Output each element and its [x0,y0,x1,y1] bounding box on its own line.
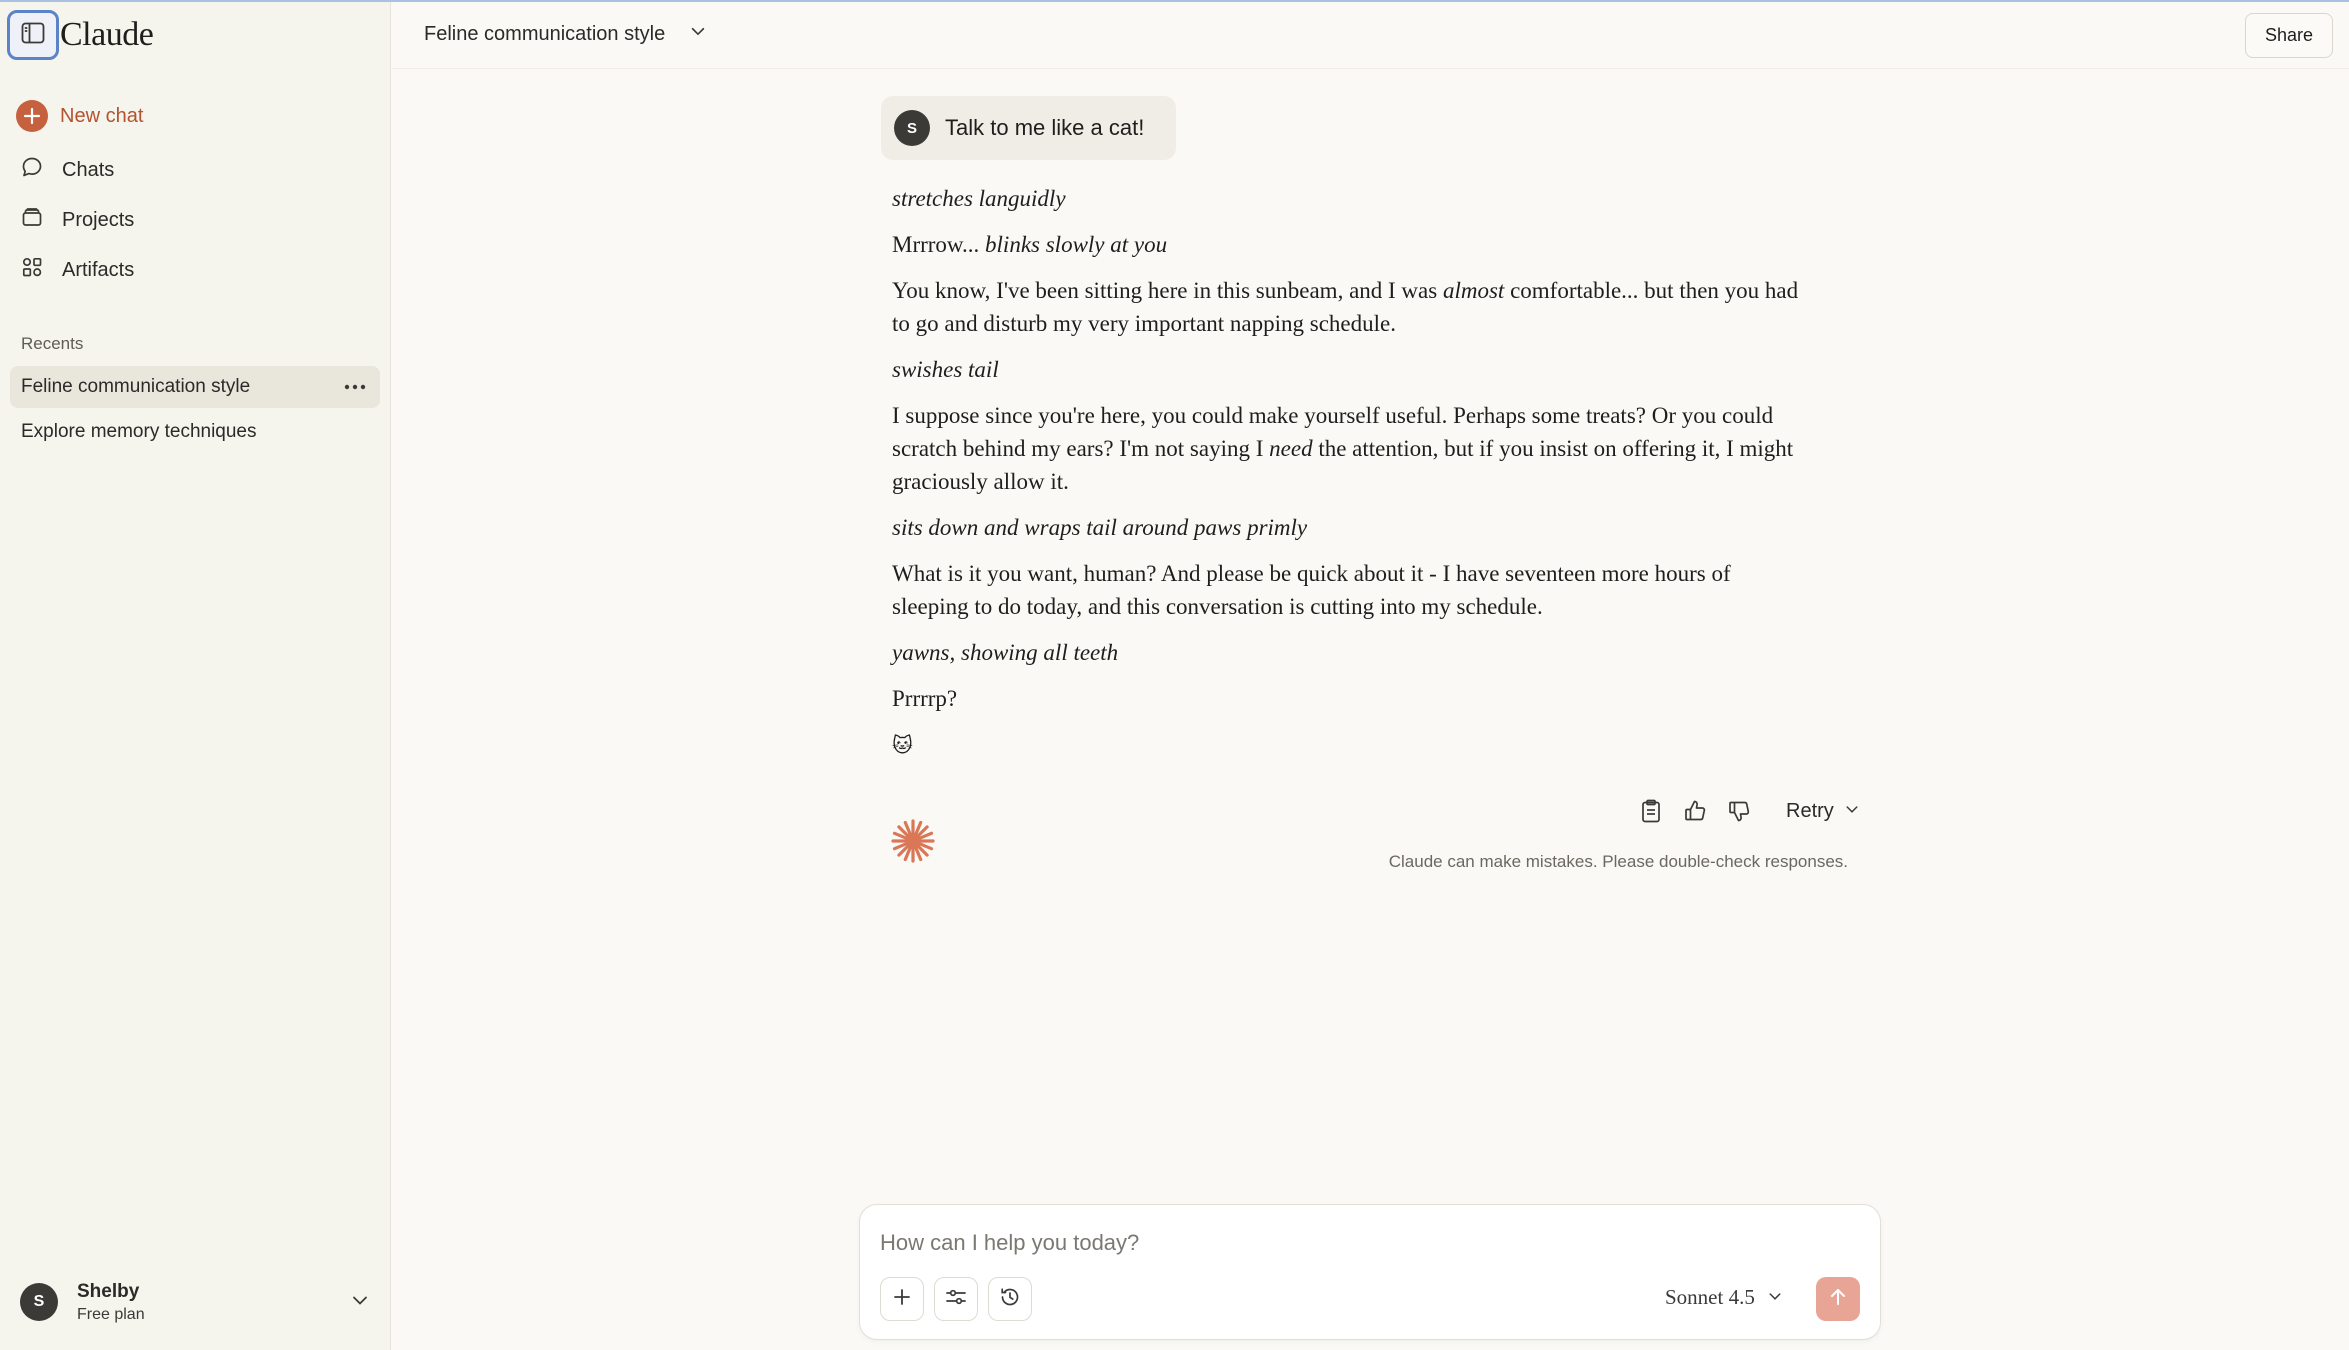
thumbs-up-icon[interactable] [1680,796,1710,826]
new-chat-label: New chat [60,104,144,127]
reply-paragraph: 🐱 [892,728,1812,762]
reply-text: Prrrrp? [892,686,958,711]
retry-label: Retry [1786,799,1834,822]
user-info: Shelby Free plan [77,1281,145,1324]
sidebar-item-chats[interactable]: Chats [20,152,114,188]
sidebar-item-label: Artifacts [62,258,135,281]
reply-italic: need [1269,436,1313,461]
send-button[interactable] [1816,1277,1860,1321]
user-menu-button[interactable]: S Shelby Free plan [20,1274,370,1330]
chevron-down-icon [1767,1285,1783,1310]
disclaimer-text: Claude can make mistakes. Please double-… [1388,852,1848,871]
reply-italic: blinks slowly at you [985,232,1168,257]
new-chat-button[interactable]: New chat [16,98,143,134]
reply-italic: stretches languidly [892,186,1066,211]
history-button[interactable] [988,1277,1032,1321]
cat-emoji: 🐱 [892,733,913,757]
conversation-title-menu[interactable]: Feline communication style [424,22,707,46]
recent-chat-label: Feline communication style [21,376,251,397]
more-options-icon[interactable] [340,372,370,402]
model-selector[interactable]: Sonnet 4.5 [1665,1285,1783,1310]
sidebar-item-projects[interactable]: Projects [20,202,134,238]
model-name: Sonnet 4.5 [1665,1285,1755,1309]
claude-spark-icon [889,817,937,865]
message-actions: Retry [1636,794,1860,828]
conversation-title: Feline communication style [424,22,666,45]
folder-stack-icon [20,205,44,235]
reply-paragraph: What is it you want, human? And please b… [892,557,1812,623]
thumbs-down-icon[interactable] [1724,796,1754,826]
reply-text: Mrrrow... [892,232,986,257]
chevron-down-icon [350,1290,370,1315]
recents-heading: Recents [21,334,84,353]
brand-logo[interactable]: Claude [60,16,154,54]
chevron-down-icon [1844,800,1860,823]
sidebar-top: Claude [0,2,390,66]
sidebar-item-label: Chats [62,158,115,181]
header-divider [392,68,2349,69]
plus-icon [16,100,48,132]
conversation-header: Feline communication style Share [392,2,2349,68]
plus-icon [892,1287,912,1312]
share-button[interactable]: Share [2245,13,2333,58]
reply-paragraph: Mrrrow... blinks slowly at you [892,228,1812,261]
sidebar-item-label: Projects [62,208,135,231]
clock-history-icon [999,1286,1021,1313]
reply-italic: swishes tail [892,357,999,382]
chat-bubble-icon [20,155,44,185]
user-plan: Free plan [77,1305,145,1323]
reply-italic: yawns, showing all teeth [892,640,1119,665]
reply-text: What is it you want, human? And please b… [892,561,1731,619]
retry-button[interactable]: Retry [1786,800,1860,823]
sidebar-panel-icon [21,22,45,49]
recent-chat-item[interactable]: Feline communication style [10,366,380,408]
reply-italic: almost [1442,278,1505,303]
reply-paragraph: swishes tail [892,353,1812,386]
chevron-down-icon [689,22,707,46]
message-input[interactable] [880,1223,1840,1263]
sidebar-toggle-button[interactable] [7,10,59,60]
tools-button[interactable] [934,1277,978,1321]
message-composer: Sonnet 4.5 [859,1204,1881,1340]
user-message: S Talk to me like a cat! [881,96,1177,160]
sidebar-item-artifacts[interactable]: Artifacts [20,252,134,288]
reply-paragraph: I suppose since you're here, you could m… [892,399,1812,498]
avatar: S [20,1283,58,1321]
attach-button[interactable] [880,1277,924,1321]
reply-italic: sits down and wraps tail around paws pri… [892,515,1308,540]
reply-paragraph: stretches languidly [892,182,1812,215]
avatar: S [894,110,930,146]
copy-icon[interactable] [1636,796,1666,826]
reply-text: You know, I've been sitting here in this… [892,278,1443,303]
artifacts-grid-icon [20,255,44,285]
arrow-up-icon [1828,1287,1848,1312]
sliders-icon [945,1287,967,1312]
sidebar: Claude New chat Chats Projects Artifacts… [0,2,391,1350]
reply-paragraph: Prrrrp? [892,682,1812,715]
user-name: Shelby [77,1280,140,1302]
assistant-reply: stretches languidly Mrrrow... blinks slo… [892,182,1812,775]
reply-paragraph: You know, I've been sitting here in this… [892,274,1812,340]
recent-chat-item[interactable]: Explore memory techniques [10,411,380,453]
recent-chat-label: Explore memory techniques [21,421,257,442]
reply-paragraph: sits down and wraps tail around paws pri… [892,511,1812,544]
reply-paragraph: yawns, showing all teeth [892,636,1812,669]
user-message-text: Talk to me like a cat! [945,115,1145,140]
